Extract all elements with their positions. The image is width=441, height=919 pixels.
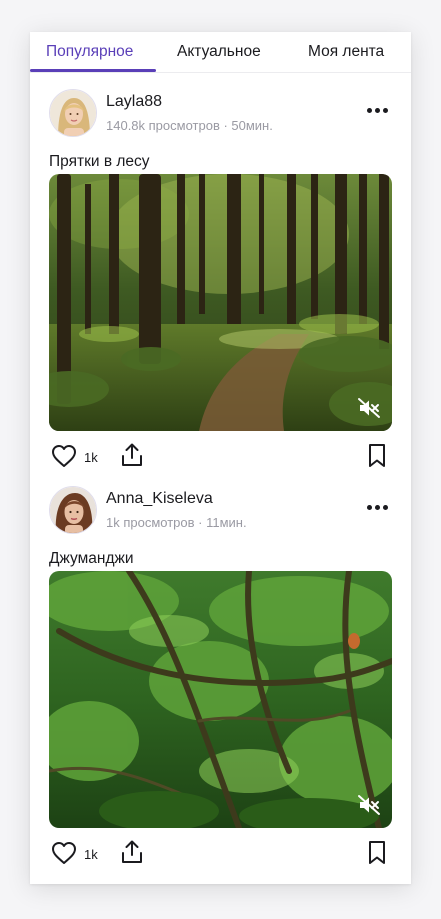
like-count: 1k xyxy=(84,450,98,465)
post-actions: 1k xyxy=(30,839,411,869)
bookmark-icon[interactable] xyxy=(367,443,387,468)
bookmark-icon[interactable] xyxy=(367,840,387,865)
post-username[interactable]: Anna_Kiseleva xyxy=(106,490,213,508)
mute-icon[interactable] xyxy=(357,396,381,420)
mute-icon[interactable] xyxy=(357,793,381,817)
heart-icon[interactable] xyxy=(51,841,77,865)
active-tab-indicator xyxy=(30,69,156,72)
tab-my-feed[interactable]: Моя лента xyxy=(308,43,384,61)
tab-trending[interactable]: Актуальное xyxy=(177,43,261,61)
post-meta: 1k просмотров · 11мин. xyxy=(106,515,247,530)
post-meta: 140.8k просмотров · 50мин. xyxy=(106,118,273,133)
like-count: 1k xyxy=(84,847,98,862)
phone-screen: Популярное Актуальное Моя лента Layla88 … xyxy=(30,32,411,884)
post-actions: 1k xyxy=(30,442,411,472)
avatar[interactable] xyxy=(49,89,97,137)
post-video[interactable] xyxy=(49,174,392,431)
post-username[interactable]: Layla88 xyxy=(106,93,162,111)
share-icon[interactable] xyxy=(120,442,144,468)
post-caption: Джуманджи xyxy=(49,550,134,567)
tab-popular[interactable]: Популярное xyxy=(46,43,133,61)
share-icon[interactable] xyxy=(120,839,144,865)
post-caption: Прятки в лесу xyxy=(49,153,150,170)
heart-icon[interactable] xyxy=(51,444,77,468)
feed-tabs: Популярное Актуальное Моя лента xyxy=(30,32,411,73)
post-video[interactable] xyxy=(49,571,392,828)
more-options-icon[interactable] xyxy=(367,107,389,115)
avatar[interactable] xyxy=(49,486,97,534)
more-options-icon[interactable] xyxy=(367,504,389,512)
